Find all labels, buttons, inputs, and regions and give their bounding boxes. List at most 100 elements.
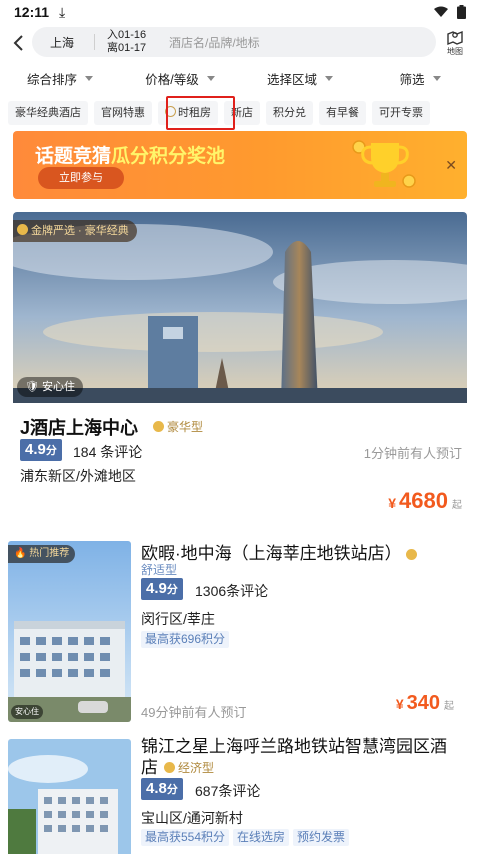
hotel-1-photo[interactable]: 金牌严选 · 豪华经典 🛡 安心住	[13, 212, 467, 403]
hotel-1-reviews[interactable]: 184 条评论	[73, 442, 142, 462]
hot-recommend-badge: 🔥 热门推荐	[8, 545, 76, 563]
area-filter-label: 选择区域	[266, 72, 317, 87]
hotel-1-recent-booking: 1分钟前有人预订	[363, 446, 462, 461]
banner-title-yellow: 瓜分积分奖池	[111, 146, 226, 167]
hotel-3-name[interactable]: 锦江之星上海呼兰路地铁站智慧湾园区酒店 经济型	[141, 736, 461, 779]
map-label: 地图	[447, 46, 463, 56]
back-icon[interactable]	[4, 24, 34, 62]
status-time: 12:11	[14, 4, 50, 20]
divider	[94, 34, 95, 50]
tag-points-redeem[interactable]: 积分兑	[266, 101, 313, 125]
hotel-1-score-value: 4.9	[25, 441, 46, 458]
hotel-3-type: 经济型	[164, 761, 214, 775]
price-from-label: 起	[444, 701, 454, 712]
area-filter[interactable]: 选择区域	[240, 64, 360, 92]
hotel-1-type-label: 豪华型	[167, 420, 204, 434]
date-selector[interactable]: 入01-16 离01-17	[107, 29, 163, 55]
points-tag: 最高获554积分	[141, 829, 230, 846]
more-filter-label: 筛选	[399, 72, 425, 87]
close-icon[interactable]: ✕	[445, 157, 457, 174]
hotel-3-score-value: 4.8	[146, 780, 167, 797]
hotel-2-type: 舒适型	[141, 563, 178, 577]
caret-down-icon	[206, 75, 215, 81]
status-bar: 12:11 ⤓	[0, 0, 480, 24]
points-tag: 最高获696积分	[141, 631, 230, 648]
map-button[interactable]: 地图	[442, 26, 468, 58]
tag-breakfast[interactable]: 有早餐	[319, 101, 366, 125]
level-icon	[153, 421, 164, 432]
filter-bar: 综合排序 价格/等级 选择区域 筛选	[0, 64, 480, 92]
quick-tags: 豪华经典酒店 官网特惠 时租房 新店 积分兑 有早餐 可开专票	[8, 101, 480, 127]
tag-luxury[interactable]: 豪华经典酒店	[8, 101, 88, 125]
banner-title: 话题竞猜瓜分积分奖池	[35, 141, 225, 168]
hotel-1-price-value: 4680	[399, 488, 448, 513]
hotel-2-name-label: 欧暇·地中海（上海莘庄地铁站店）	[141, 544, 402, 563]
download-icon: ⤓	[59, 3, 66, 20]
hotel-2-score: 4.9分	[141, 578, 183, 600]
battery-icon	[457, 5, 466, 19]
hotel-1-score: 4.9分	[20, 439, 62, 461]
currency-symbol: ¥	[388, 495, 397, 511]
banner-join-button[interactable]: 立即参与	[38, 167, 124, 189]
gold-selection-label: 金牌严选 · 豪华经典	[31, 225, 129, 237]
search-bar[interactable]: 上海 入01-16 离01-17 酒店名/品牌/地标	[32, 27, 436, 57]
hotel-2-reviews[interactable]: 1306条评论	[195, 581, 268, 601]
search-header: 上海 入01-16 离01-17 酒店名/品牌/地标 地图	[0, 24, 480, 62]
sort-filter[interactable]: 综合排序	[0, 64, 120, 92]
sort-filter-label: 综合排序	[26, 72, 77, 87]
hotel-3-area: 宝山区/通河新村	[141, 810, 243, 826]
price-level-filter[interactable]: 价格/等级	[120, 64, 240, 92]
banner-title-white: 话题竞猜	[35, 146, 112, 167]
safe-stay-badge: 🛡 安心住	[17, 377, 84, 397]
checkin-date: 入01-16	[107, 29, 147, 41]
level-icon	[164, 762, 175, 773]
city-selector[interactable]: 上海	[50, 34, 94, 51]
hotel-1-type: 豪华型	[153, 418, 203, 435]
wifi-icon	[434, 6, 448, 17]
hotel-3-image	[8, 739, 131, 854]
map-icon	[447, 30, 463, 45]
safe-stay-badge: 安心住	[11, 705, 43, 719]
hotel-3-score-unit: 分	[166, 784, 178, 796]
hotel-2-price: ¥340 起	[396, 692, 454, 715]
hotel-3-score: 4.8分	[141, 778, 183, 800]
hotel-3-type-label: 经济型	[178, 761, 215, 775]
tag-official-deal[interactable]: 官网特惠	[94, 101, 152, 125]
hotel-3-tags: 最高获554积分 在线选房 预约发票	[141, 829, 350, 846]
invoice-tag: 预约发票	[293, 829, 350, 846]
hotel-1-name[interactable]: J酒店上海中心	[20, 414, 138, 440]
hotel-2-points: 最高获696积分	[141, 630, 230, 648]
hotel-2-score-unit: 分	[166, 584, 178, 596]
hotel-3-photo[interactable]	[8, 739, 131, 854]
hot-recommend-label: 热门推荐	[29, 548, 70, 559]
hotel-1-area: 浦东新区/外滩地区	[20, 468, 136, 484]
caret-down-icon	[85, 75, 93, 81]
caret-down-icon	[432, 75, 441, 81]
hotel-2-name[interactable]: 欧暇·地中海（上海莘庄地铁站店）	[141, 539, 420, 564]
crown-icon	[17, 224, 28, 235]
hotel-3-reviews[interactable]: 687条评论	[195, 781, 260, 801]
list-separator	[0, 530, 480, 538]
highlight-box	[166, 96, 235, 130]
gold-selection-badge: 金牌严选 · 豪华经典	[13, 220, 137, 242]
caret-down-icon	[325, 75, 333, 81]
currency-symbol: ¥	[395, 696, 404, 712]
trophy-icon	[352, 140, 416, 188]
hotel-1-price: ¥4680 起	[388, 488, 462, 514]
shield-icon: 🛡	[25, 381, 39, 393]
hotel-1-score-unit: 分	[45, 445, 57, 457]
promo-banner[interactable]: 话题竞猜瓜分积分奖池 立即参与 ✕	[13, 131, 467, 199]
price-from-label: 起	[452, 500, 462, 511]
safe-stay-label: 安心住	[42, 381, 76, 393]
hotel-2-image	[8, 541, 131, 722]
more-filter[interactable]: 筛选	[360, 64, 480, 92]
hotel-2-area: 闵行区/莘庄	[141, 611, 215, 627]
safe-stay-label: 安心住	[15, 707, 39, 716]
fire-icon: 🔥	[14, 548, 27, 559]
price-level-filter-label: 价格/等级	[145, 72, 199, 87]
hotel-2-photo[interactable]: 🔥 热门推荐 安心住	[8, 541, 131, 722]
tag-invoice[interactable]: 可开专票	[372, 101, 430, 125]
hotel-2-price-value: 340	[406, 692, 440, 714]
search-input[interactable]: 酒店名/品牌/地标	[169, 34, 260, 51]
hotel-2-recent-booking: 49分钟前有人预订	[141, 705, 247, 720]
